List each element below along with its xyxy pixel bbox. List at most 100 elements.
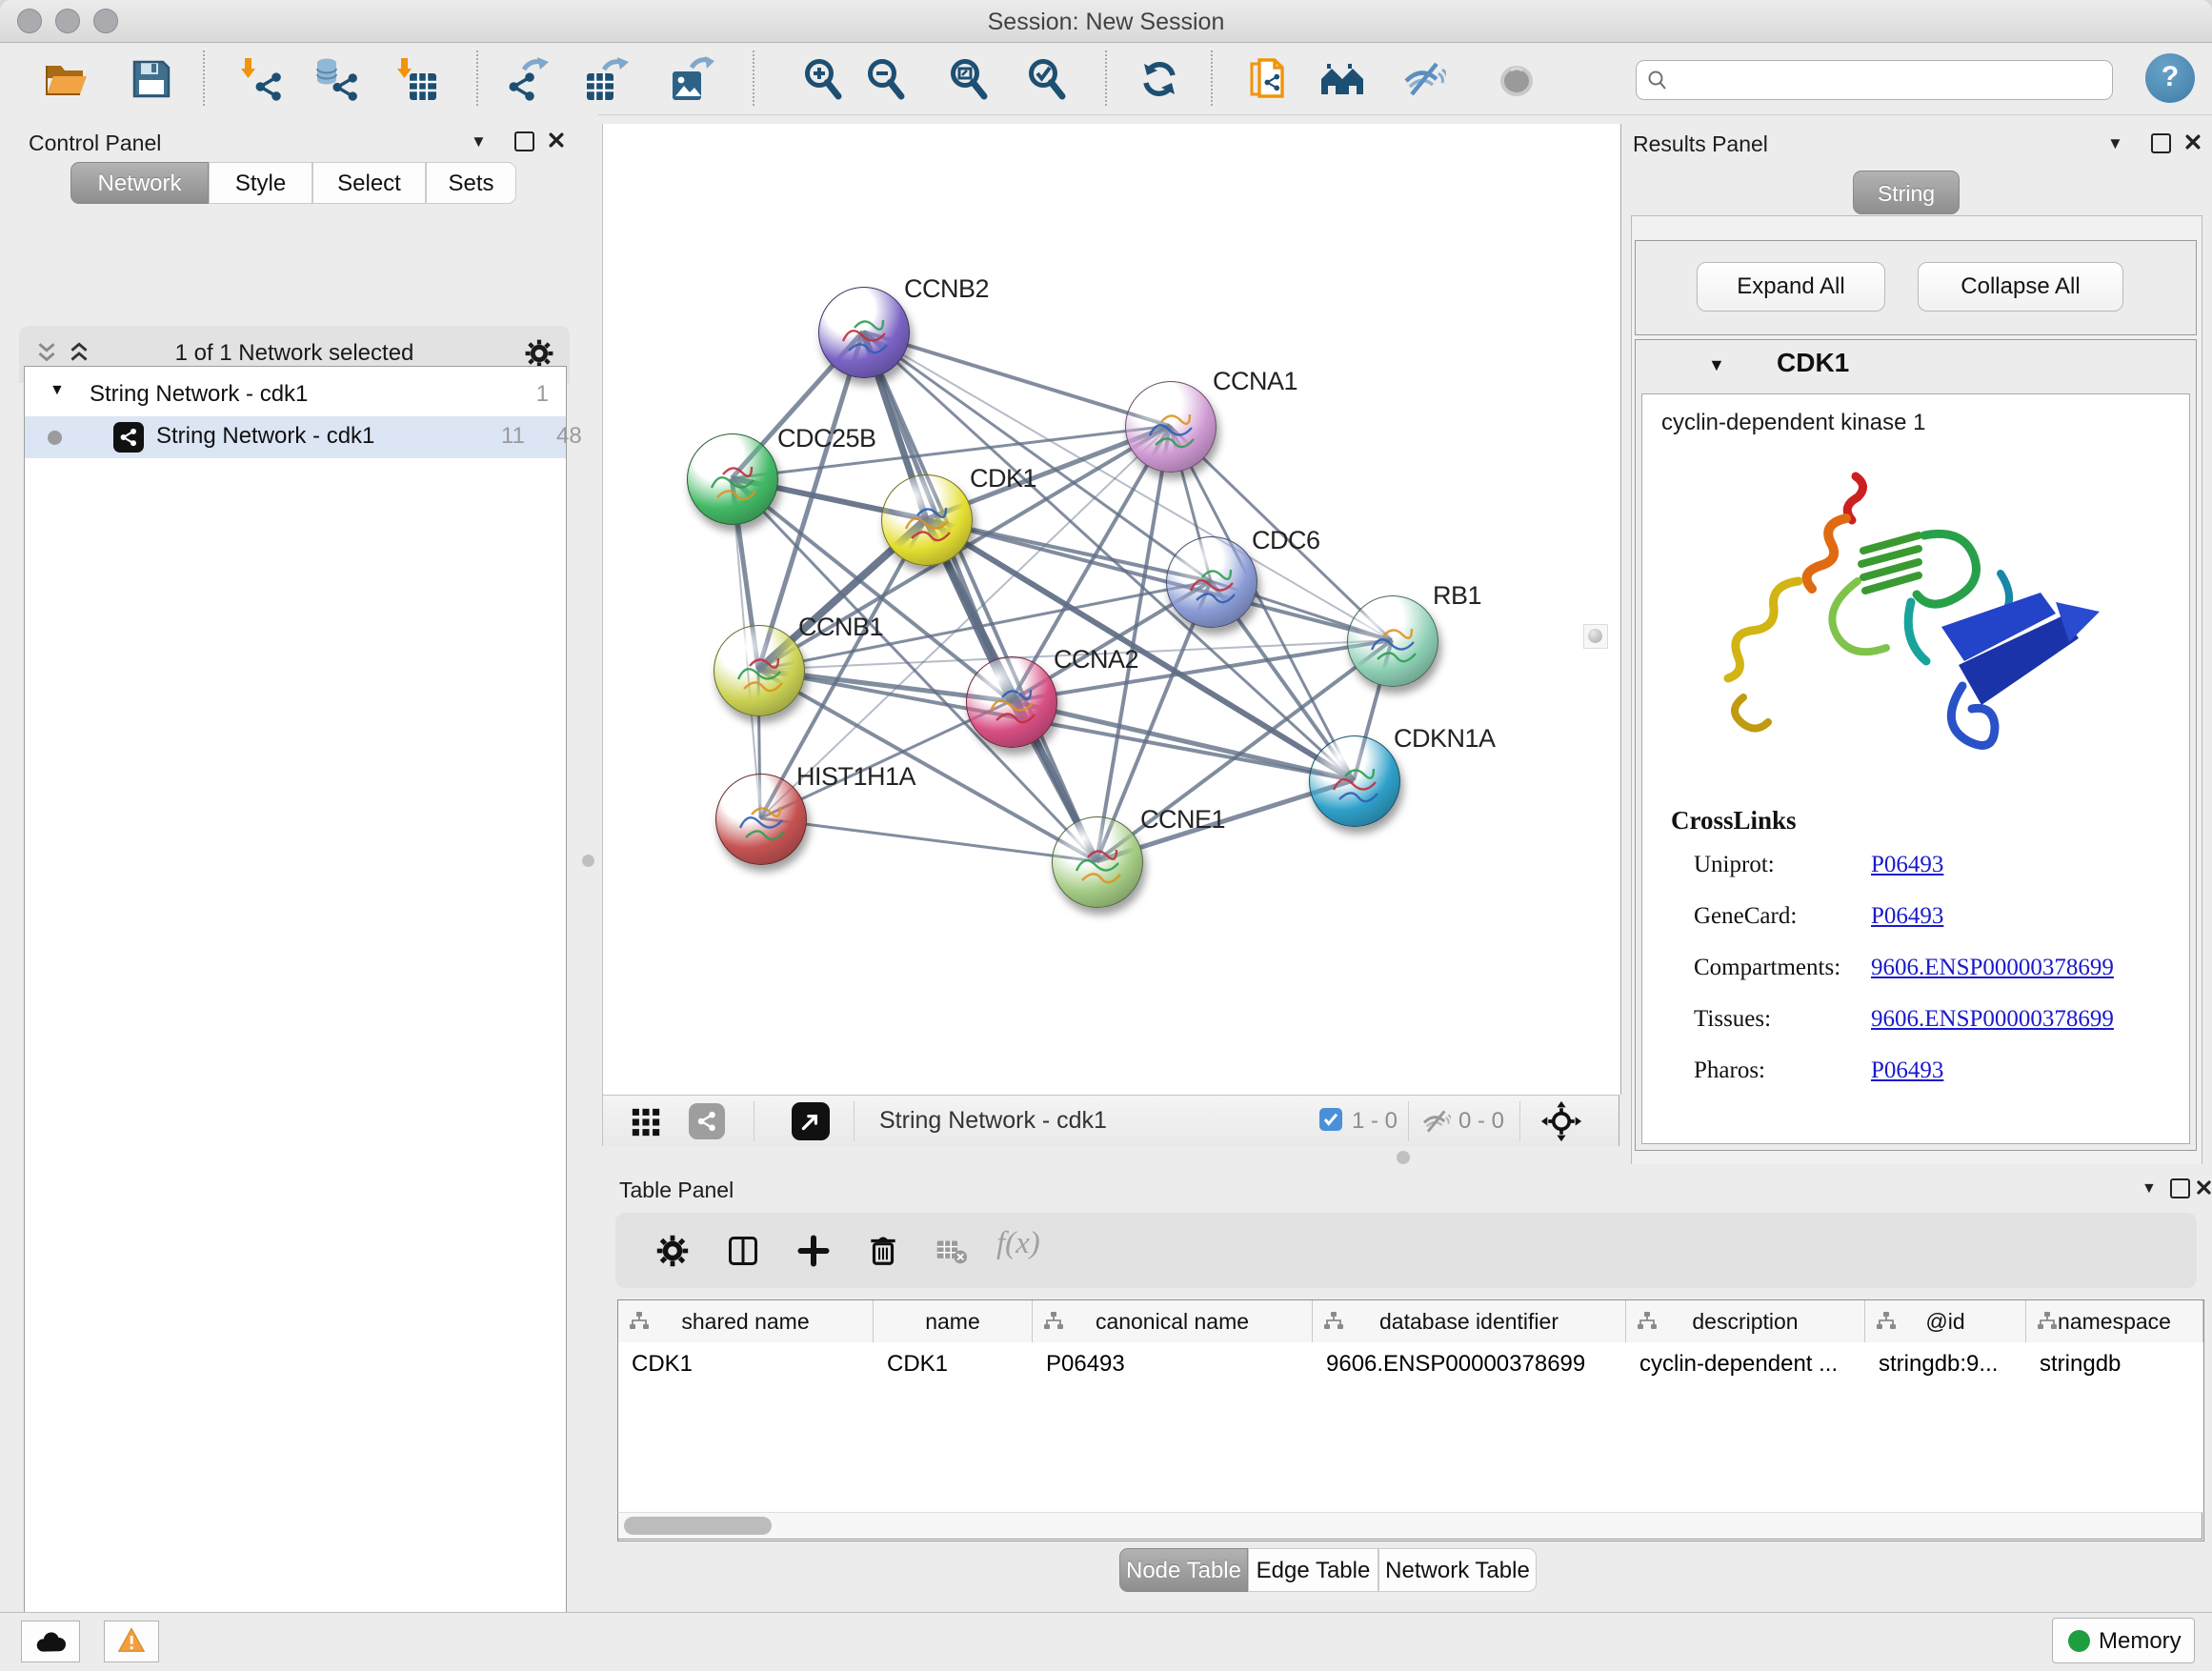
- node-CDC6[interactable]: [1166, 536, 1257, 628]
- search-icon: [1646, 69, 1669, 91]
- crosslink-row: Compartments:9606.ENSP00000378699: [1694, 955, 2170, 1006]
- tab-string[interactable]: String: [1853, 171, 1960, 214]
- results-panel-float-icon[interactable]: [2151, 133, 2171, 153]
- expand-all-button[interactable]: Expand All: [1697, 262, 1885, 312]
- horizontal-splitter-handle[interactable]: [1397, 1151, 1410, 1164]
- network-label: String Network - cdk1: [156, 423, 374, 450]
- network-options-gear-icon[interactable]: [524, 338, 554, 369]
- hide-selected-icon[interactable]: [1400, 56, 1446, 102]
- cloud-button[interactable]: [21, 1621, 80, 1662]
- show-hide-toggle-icon[interactable]: [1494, 56, 1539, 102]
- pan-crosshair-icon[interactable]: [1540, 1100, 1582, 1142]
- network-view-share-icon[interactable]: [689, 1103, 725, 1139]
- tab-sets[interactable]: Sets: [426, 162, 516, 204]
- node-RB1[interactable]: [1347, 595, 1438, 687]
- node-CCNA2[interactable]: [966, 656, 1057, 748]
- protein-structure-image: [1686, 459, 2105, 783]
- network-row[interactable]: String Network - cdk1 11 48: [25, 416, 566, 458]
- export-image-icon[interactable]: [669, 56, 714, 102]
- crosslink-value-link[interactable]: P06493: [1871, 1057, 1943, 1084]
- collection-expander-icon[interactable]: ▼: [50, 382, 65, 399]
- table-cell[interactable]: stringdb:9...: [1865, 1344, 2026, 1384]
- node-CCNE1[interactable]: [1052, 816, 1143, 908]
- warning-button[interactable]: [104, 1621, 159, 1662]
- zoom-selected-icon[interactable]: [1024, 56, 1070, 102]
- birds-eye-handle[interactable]: [1583, 624, 1608, 649]
- results-panel-menu-icon[interactable]: ▼: [2107, 134, 2123, 153]
- tab-node-table[interactable]: Node Table: [1119, 1548, 1248, 1592]
- open-session-icon[interactable]: [43, 56, 89, 102]
- selected-nodes-checkbox[interactable]: [1319, 1108, 1342, 1131]
- table-cell[interactable]: stringdb: [2026, 1344, 2203, 1384]
- hidden-eye-slash-icon[interactable]: [1420, 1106, 1451, 1137]
- import-network-icon[interactable]: [238, 56, 284, 102]
- crosslink-value-link[interactable]: 9606.ENSP00000378699: [1871, 955, 2114, 981]
- add-column-icon[interactable]: [796, 1234, 831, 1268]
- node-table: shared namenamecanonical namedatabase id…: [617, 1299, 2204, 1541]
- crosslink-row: Tissues:9606.ENSP00000378699: [1694, 1006, 2170, 1057]
- home-networks-icon[interactable]: [1319, 56, 1365, 102]
- results-panel-close-icon[interactable]: [2183, 132, 2202, 151]
- memory-button[interactable]: Memory: [2052, 1618, 2195, 1663]
- import-network-from-database-icon[interactable]: [314, 56, 360, 102]
- protein-expander-icon[interactable]: ▼: [1708, 355, 1725, 375]
- netbar-separator: [1519, 1101, 1520, 1141]
- table-cell[interactable]: 9606.ENSP00000378699: [1313, 1344, 1626, 1384]
- crosslink-value-link[interactable]: P06493: [1871, 903, 1943, 930]
- table-panel-float-icon[interactable]: [2170, 1178, 2190, 1198]
- crosslink-value-link[interactable]: P06493: [1871, 852, 1943, 878]
- collection-label: String Network - cdk1: [90, 381, 308, 408]
- export-table-icon[interactable]: [583, 56, 629, 102]
- collapse-all-button[interactable]: Collapse All: [1918, 262, 2123, 312]
- node-CDK1[interactable]: [881, 474, 973, 566]
- open-in-window-icon[interactable]: [792, 1102, 830, 1140]
- zoom-out-icon[interactable]: [863, 56, 909, 102]
- table-panel-menu-icon[interactable]: ▼: [2142, 1180, 2157, 1198]
- table-cell[interactable]: cyclin-dependent ...: [1626, 1344, 1865, 1384]
- control-panel-menu-icon[interactable]: ▼: [471, 132, 487, 151]
- toolbar-separator: [1211, 50, 1213, 106]
- status-bar: Memory: [0, 1612, 2212, 1671]
- tab-network[interactable]: Network: [70, 162, 209, 204]
- tab-select[interactable]: Select: [312, 162, 426, 204]
- function-builder-icon[interactable]: f(x): [996, 1226, 1040, 1261]
- table-cell[interactable]: CDK1: [874, 1344, 1033, 1384]
- new-network-from-selection-icon[interactable]: [1244, 56, 1290, 102]
- search-field[interactable]: [1636, 60, 2113, 100]
- table-cell[interactable]: P06493: [1033, 1344, 1313, 1384]
- save-session-icon[interactable]: [129, 56, 174, 102]
- node-CDC25B[interactable]: [687, 433, 778, 525]
- zoom-in-icon[interactable]: [800, 56, 846, 102]
- import-table-icon[interactable]: [394, 56, 440, 102]
- zoom-fit-icon[interactable]: [946, 56, 992, 102]
- left-splitter-handle[interactable]: [582, 855, 594, 867]
- table-settings-gear-icon[interactable]: [655, 1234, 690, 1268]
- help-icon[interactable]: ?: [2145, 53, 2195, 103]
- table-panel-close-icon[interactable]: [2195, 1178, 2212, 1197]
- grid-view-icon[interactable]: [630, 1106, 662, 1138]
- search-input[interactable]: [1675, 63, 2098, 95]
- network-collection-row[interactable]: ▼ String Network - cdk1 1: [25, 374, 566, 416]
- table-scrollbar-thumb[interactable]: [624, 1517, 772, 1535]
- export-network-icon[interactable]: [505, 56, 551, 102]
- refresh-icon[interactable]: [1136, 56, 1182, 102]
- delete-table-icon[interactable]: [935, 1239, 968, 1264]
- crosslink-value-link[interactable]: 9606.ENSP00000378699: [1871, 1006, 2114, 1033]
- control-panel-float-icon[interactable]: [514, 131, 534, 151]
- control-panel-close-icon[interactable]: [547, 131, 566, 150]
- results-panel-title: Results Panel: [1633, 131, 1768, 157]
- node-CDKN1A[interactable]: [1309, 735, 1400, 827]
- node-CCNB2[interactable]: [818, 287, 910, 378]
- delete-column-icon[interactable]: [865, 1232, 901, 1268]
- network-status-dot: [48, 431, 62, 445]
- show-columns-icon[interactable]: [726, 1234, 760, 1268]
- table-cell[interactable]: CDK1: [618, 1344, 874, 1384]
- node-CCNA1[interactable]: [1125, 381, 1217, 473]
- tab-edge-table[interactable]: Edge Table: [1248, 1548, 1378, 1592]
- node-HIST1H1A[interactable]: [715, 774, 807, 865]
- table-horizontal-scrollbar[interactable]: [617, 1512, 2202, 1540]
- node-CCNB1[interactable]: [714, 625, 805, 716]
- tab-network-table[interactable]: Network Table: [1378, 1548, 1537, 1592]
- network-view-canvas[interactable]: CCNB2CCNA1CDC25BCDK1CDC6RB1CCNB1CCNA2CDK…: [602, 124, 1621, 1095]
- tab-style[interactable]: Style: [209, 162, 312, 204]
